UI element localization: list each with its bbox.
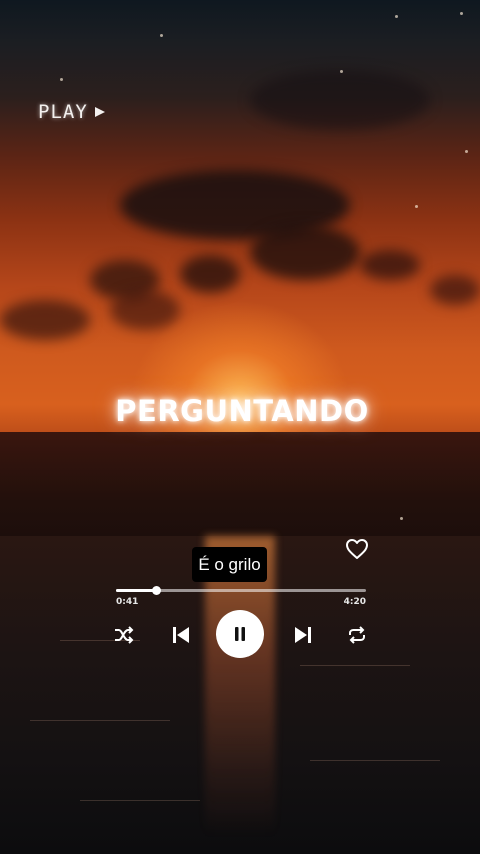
ripple <box>30 720 170 721</box>
skip-next-icon <box>295 627 311 643</box>
distant-hills <box>0 432 480 542</box>
cloud <box>180 255 240 293</box>
ripple <box>310 760 440 761</box>
pause-icon <box>235 627 245 641</box>
progress-knob[interactable] <box>152 586 161 595</box>
dust-speck <box>415 205 418 208</box>
dust-speck <box>460 12 463 15</box>
cloud <box>250 70 430 130</box>
cloud <box>360 250 420 280</box>
shuffle-button[interactable] <box>113 624 135 646</box>
repeat-button[interactable] <box>346 624 368 646</box>
ripple <box>80 800 200 801</box>
heart-icon[interactable] <box>345 538 369 560</box>
dust-speck <box>465 150 468 153</box>
cloud <box>430 275 480 305</box>
elapsed-time: 0:41 <box>116 597 139 607</box>
cloud <box>0 300 90 340</box>
play-overlay-label: PLAY <box>38 101 106 123</box>
play-text: PLAY <box>38 101 88 123</box>
dust-speck <box>60 78 63 81</box>
song-title: PERGUNTANDO <box>115 394 369 428</box>
repeat-icon <box>349 626 365 644</box>
lyric-caption: É o grilo <box>192 547 267 582</box>
next-button[interactable] <box>291 624 315 646</box>
cloud <box>250 225 360 280</box>
total-time: 4:20 <box>343 597 366 607</box>
shuffle-icon <box>115 626 134 644</box>
skip-previous-icon <box>173 627 189 643</box>
ripple <box>300 665 410 666</box>
pause-button[interactable] <box>216 610 264 658</box>
dust-speck <box>340 70 343 73</box>
dust-speck <box>160 34 163 37</box>
play-triangle-icon <box>94 107 105 117</box>
progress-fill <box>116 589 156 592</box>
dust-speck <box>395 15 398 18</box>
progress-bar[interactable] <box>116 586 366 595</box>
dust-speck <box>400 517 403 520</box>
previous-button[interactable] <box>169 624 193 646</box>
